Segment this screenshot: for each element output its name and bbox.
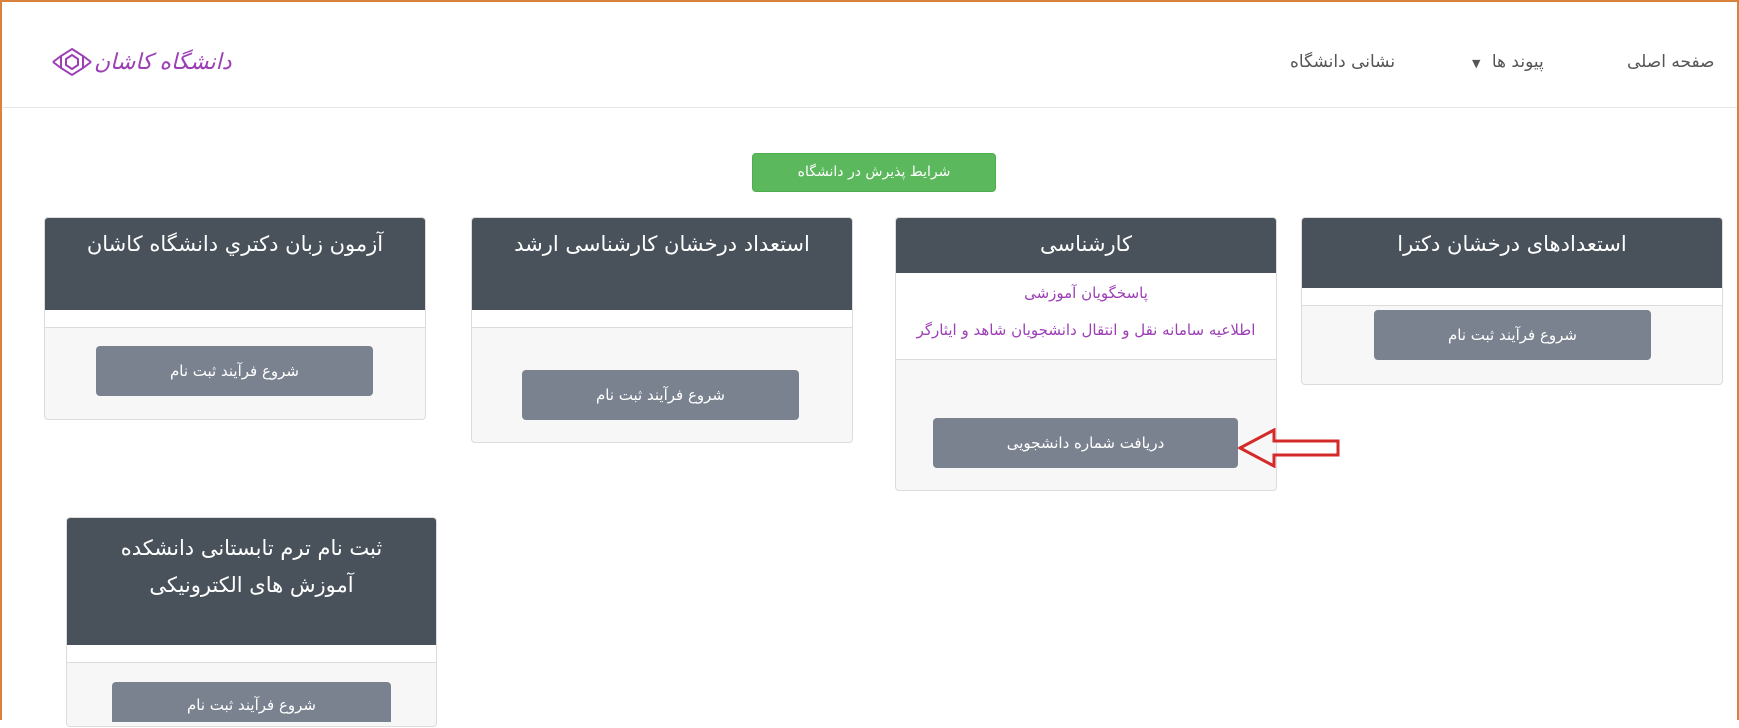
caret-down-icon: ▼: [1472, 57, 1481, 70]
card-body: پاسخگویان آموزشی اطلاعیه سامانه نقل و ان…: [896, 273, 1276, 360]
nav-links-dropdown[interactable]: پیوند ها ▼: [1472, 52, 1544, 74]
card-title: آزمون زبان دکتري دانشگاه کاشان: [45, 218, 425, 310]
university-logo[interactable]: دانشگاه کاشان: [44, 42, 264, 82]
card-body: [1302, 288, 1722, 306]
top-navbar: دانشگاه کاشان صفحه اصلی پیوند ها ▼ نشانی…: [2, 2, 1737, 108]
card-body: [67, 645, 436, 663]
card-title: ثبت نام ترم تابستانی دانشکده آموزش های ا…: [67, 518, 436, 645]
card-body: [45, 310, 425, 328]
nav-links-label: پیوند ها: [1491, 52, 1544, 72]
red-arrow-icon: [1238, 428, 1340, 468]
card-title: استعدادهای درخشان دکترا: [1302, 218, 1722, 288]
nav-address-link[interactable]: نشانی دانشگاه: [1290, 52, 1395, 72]
get-student-number-button[interactable]: دریافت شماره دانشجویی: [933, 418, 1238, 468]
masters-registration-button[interactable]: شروع فرآیند ثبت نام: [522, 370, 799, 420]
nav-home-link[interactable]: صفحه اصلی: [1627, 52, 1714, 72]
university-emblem-icon: [52, 47, 92, 77]
transfer-announcement-link[interactable]: اطلاعیه سامانه نقل و انتقال دانشجویان شا…: [896, 312, 1276, 349]
logo-text: دانشگاه کاشان: [94, 49, 232, 75]
card-title: استعداد درخشان کارشناسی ارشد: [472, 218, 852, 310]
language-exam-registration-button[interactable]: شروع فرآیند ثبت نام: [96, 346, 373, 396]
card-body: [472, 310, 852, 328]
admission-conditions-button[interactable]: شرایط پذیرش در دانشگاه: [752, 153, 996, 192]
doctoral-registration-button[interactable]: شروع فرآیند ثبت نام: [1374, 310, 1651, 360]
card-title: کارشناسی: [896, 218, 1276, 273]
summer-registration-button[interactable]: شروع فرآیند ثبت نام: [112, 682, 391, 722]
academic-responders-link[interactable]: پاسخگویان آموزشی: [896, 275, 1276, 312]
